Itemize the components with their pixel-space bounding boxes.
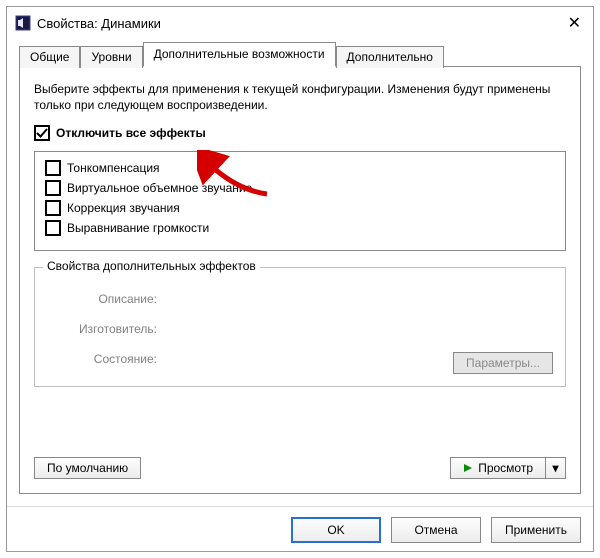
preview-splitbutton: Просмотр ▾ — [450, 457, 566, 479]
effect-row: Коррекция звучания — [45, 200, 555, 216]
effect-label: Коррекция звучания — [67, 201, 180, 215]
preview-dropdown[interactable]: ▾ — [546, 457, 566, 479]
prop-value — [165, 322, 553, 336]
panel-bottom-row: По умолчанию Просмотр ▾ — [34, 453, 566, 479]
close-icon[interactable]: ✕ — [564, 13, 585, 33]
ok-button[interactable]: OK — [291, 517, 381, 543]
chevron-down-icon: ▾ — [552, 461, 558, 475]
disable-all-label: Отключить все эффекты — [56, 126, 206, 140]
prop-label: Состояние: — [47, 352, 157, 374]
prop-row-description: Описание: — [47, 292, 553, 306]
apply-button[interactable]: Применить — [491, 517, 581, 543]
client-area: Общие Уровни Дополнительные возможности … — [7, 41, 593, 506]
tab-strip: Общие Уровни Дополнительные возможности … — [19, 41, 581, 66]
params-row: Параметры... — [453, 352, 553, 374]
effect-row: Выравнивание громкости — [45, 220, 555, 236]
play-icon — [463, 463, 473, 473]
speaker-icon — [15, 15, 31, 31]
dialog-buttons: OK Отмена Применить — [7, 506, 593, 551]
intro-text: Выберите эффекты для применения к текуще… — [34, 81, 566, 113]
effect-label: Виртуальное объемное звучание — [67, 181, 252, 195]
effect-checkbox[interactable] — [45, 220, 61, 236]
cancel-button[interactable]: Отмена — [391, 517, 481, 543]
preview-button[interactable]: Просмотр — [450, 457, 546, 479]
effect-checkbox[interactable] — [45, 160, 61, 176]
titlebar: Свойства: Динамики ✕ — [7, 7, 593, 41]
disable-all-row: Отключить все эффекты — [34, 125, 566, 141]
parameters-button[interactable]: Параметры... — [453, 352, 553, 374]
preview-label: Просмотр — [478, 461, 533, 475]
effect-properties-group: Свойства дополнительных эффектов Описани… — [34, 267, 566, 387]
prop-row-vendor: Изготовитель: — [47, 322, 553, 336]
prop-value — [165, 292, 553, 306]
groupbox-legend: Свойства дополнительных эффектов — [43, 259, 260, 273]
effect-label: Выравнивание громкости — [67, 221, 209, 235]
tab-enhancements[interactable]: Дополнительные возможности — [143, 42, 336, 67]
prop-value — [165, 352, 453, 374]
effects-listbox: Тонкомпенсация Виртуальное объемное звуч… — [34, 151, 566, 251]
tab-panel-enhancements: Выберите эффекты для применения к текуще… — [19, 66, 581, 494]
tab-general[interactable]: Общие — [19, 46, 80, 68]
effect-row: Виртуальное объемное звучание — [45, 180, 555, 196]
disable-all-checkbox[interactable] — [34, 125, 50, 141]
effect-row: Тонкомпенсация — [45, 160, 555, 176]
prop-row-state: Состояние: Параметры... — [47, 352, 553, 374]
effect-checkbox[interactable] — [45, 200, 61, 216]
tab-levels[interactable]: Уровни — [80, 46, 142, 68]
dialog-window: Свойства: Динамики ✕ Общие Уровни Дополн… — [6, 6, 594, 552]
window-title: Свойства: Динамики — [37, 16, 564, 31]
effect-label: Тонкомпенсация — [67, 161, 160, 175]
prop-label: Описание: — [47, 292, 157, 306]
tab-advanced[interactable]: Дополнительно — [336, 46, 444, 68]
defaults-button[interactable]: По умолчанию — [34, 457, 141, 479]
prop-label: Изготовитель: — [47, 322, 157, 336]
effect-checkbox[interactable] — [45, 180, 61, 196]
